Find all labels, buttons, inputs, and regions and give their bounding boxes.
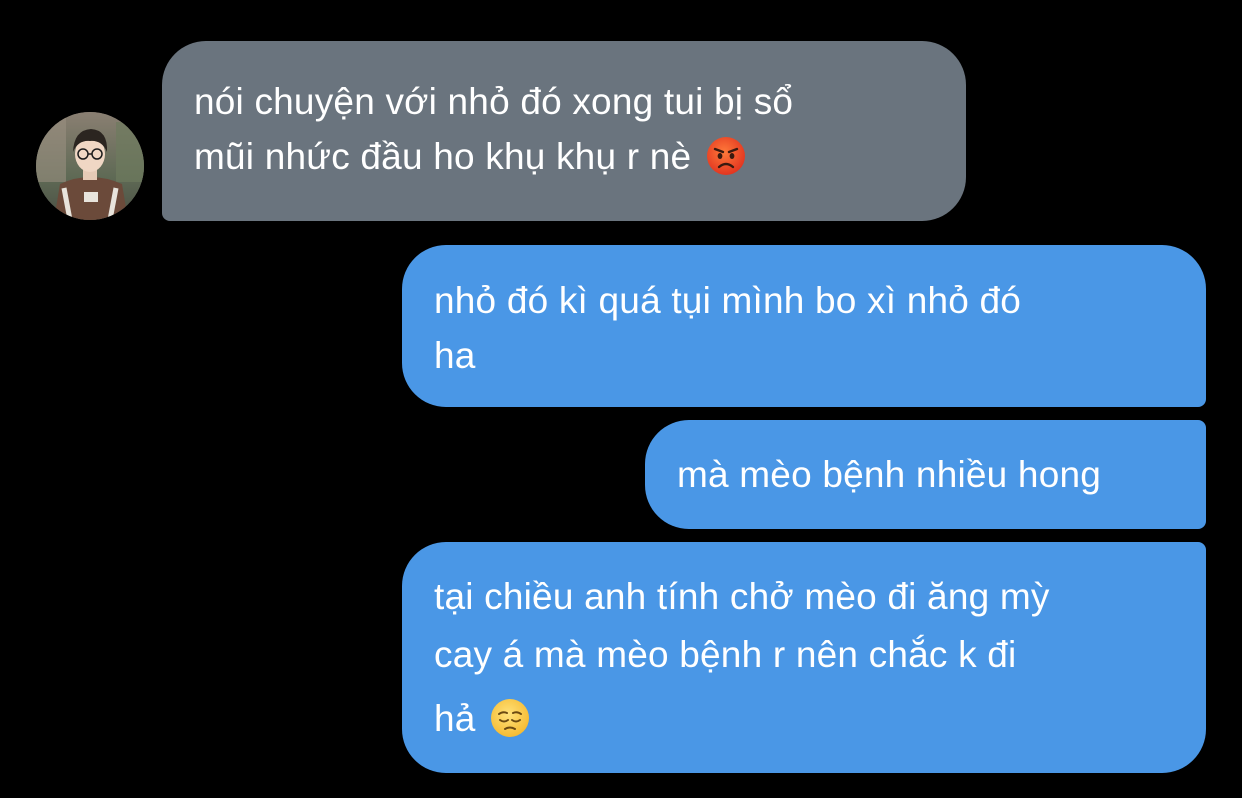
message-text-line: ha: [434, 335, 476, 376]
message-text-line: tại chiều anh tính chở mèo đi ăng mỳ: [434, 576, 1050, 617]
avatar-photo: [36, 112, 144, 220]
message-text: hả: [434, 698, 476, 739]
incoming-message-bubble[interactable]: nói chuyện với nhỏ đó xong tui bị sổ mũi…: [162, 41, 966, 221]
pouting-face-icon: [706, 137, 745, 176]
outgoing-message-bubble[interactable]: nhỏ đó kì quá tụi mình bo xì nhỏ đó ha: [402, 245, 1206, 407]
message-text-line: hả: [434, 685, 1176, 749]
message-text-line: mũi nhức đầu ho khụ khụ r nè: [194, 129, 936, 184]
outgoing-message-bubble[interactable]: tại chiều anh tính chở mèo đi ăng mỳ cay…: [402, 542, 1206, 773]
contact-avatar[interactable]: [36, 112, 144, 220]
message-text-line: nhỏ đó kì quá tụi mình bo xì nhỏ đó: [434, 280, 1022, 321]
message-text: mũi nhức đầu ho khụ khụ r nè: [194, 136, 692, 177]
message-text-line: cay á mà mèo bệnh r nên chắc k đi: [434, 634, 1017, 675]
pensive-face-icon: [491, 699, 530, 738]
message-text-line: nói chuyện với nhỏ đó xong tui bị sổ: [194, 81, 794, 122]
chat-thread: nói chuyện với nhỏ đó xong tui bị sổ mũi…: [0, 0, 1242, 798]
outgoing-message-bubble[interactable]: mà mèo bệnh nhiều hong: [645, 420, 1206, 529]
message-text-line: mà mèo bệnh nhiều hong: [677, 454, 1102, 495]
